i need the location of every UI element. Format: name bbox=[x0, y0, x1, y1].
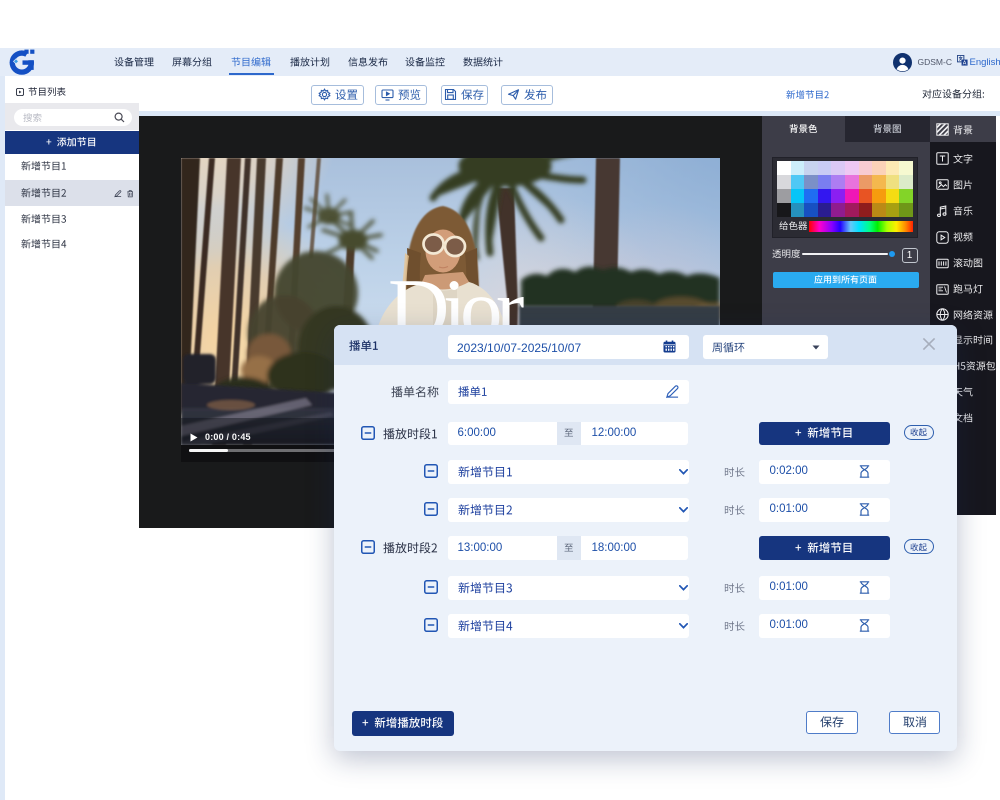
svg-text:A: A bbox=[962, 61, 966, 66]
